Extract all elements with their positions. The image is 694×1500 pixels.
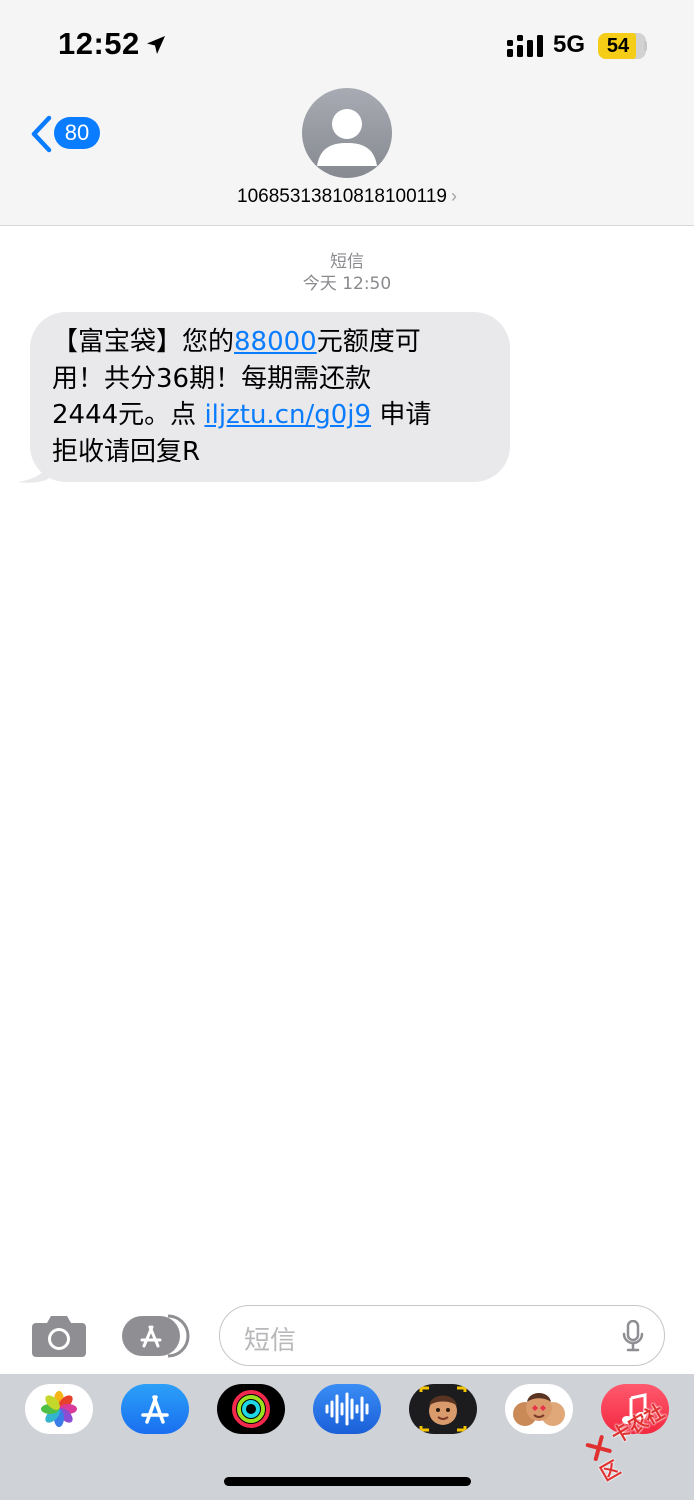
conversation-header: 12:52 5G 54 80 10685313810818100119 ›	[0, 0, 694, 226]
app-store-icon	[122, 1314, 190, 1358]
battery-indicator: 54	[598, 33, 646, 59]
url-link[interactable]: iljztu.cn/g0j9	[204, 400, 371, 430]
amount-link[interactable]: 88000	[234, 327, 317, 357]
back-button[interactable]: 80	[28, 112, 104, 156]
microphone-icon[interactable]	[622, 1320, 644, 1352]
message-input[interactable]: 短信	[219, 1305, 665, 1366]
input-placeholder: 短信	[244, 1326, 297, 1356]
chevron-right-icon: ›	[450, 186, 457, 206]
sender-name[interactable]: 10685313810818100119 ›	[0, 186, 694, 208]
audio-message-icon[interactable]	[313, 1384, 381, 1434]
person-silhouette-icon	[317, 109, 377, 166]
unread-count-badge: 80	[54, 117, 100, 149]
photos-icon[interactable]	[25, 1384, 93, 1434]
memoji-stickers-icon[interactable]	[505, 1384, 573, 1434]
conversation-timestamp: 今天 12:50	[302, 274, 392, 294]
message-line-1: 【富宝袋】您的88000元额度可	[52, 327, 421, 357]
activity-icon[interactable]	[217, 1384, 285, 1434]
battery-nub	[644, 41, 647, 51]
message-line-4: 拒收请回复R	[52, 436, 201, 467]
cellular-signal-icon	[507, 35, 543, 57]
home-indicator[interactable]	[224, 1477, 471, 1486]
chevron-left-icon	[31, 115, 52, 153]
app-store-button[interactable]	[122, 1314, 190, 1358]
network-type: 5G	[553, 31, 586, 58]
message-bubble[interactable]: 【富宝袋】您的88000元额度可 用！共分36期！每期需还款 2444元。点 i…	[30, 312, 510, 482]
contact-avatar[interactable]	[302, 88, 392, 178]
message-line-3: 2444元。点 iljztu.cn/g0j9 申请	[52, 400, 432, 430]
battery-percent: 54	[606, 35, 630, 57]
status-time: 12:52	[58, 26, 140, 61]
sender-number: 10685313810818100119	[237, 186, 447, 207]
message-line-2: 用！共分36期！每期需还款	[52, 363, 372, 394]
conversation-type-label: 短信	[330, 252, 364, 272]
memoji-icon[interactable]	[409, 1384, 477, 1434]
location-arrow-icon	[147, 36, 165, 54]
app-store-app-icon[interactable]	[121, 1384, 189, 1434]
camera-icon[interactable]	[32, 1313, 86, 1357]
